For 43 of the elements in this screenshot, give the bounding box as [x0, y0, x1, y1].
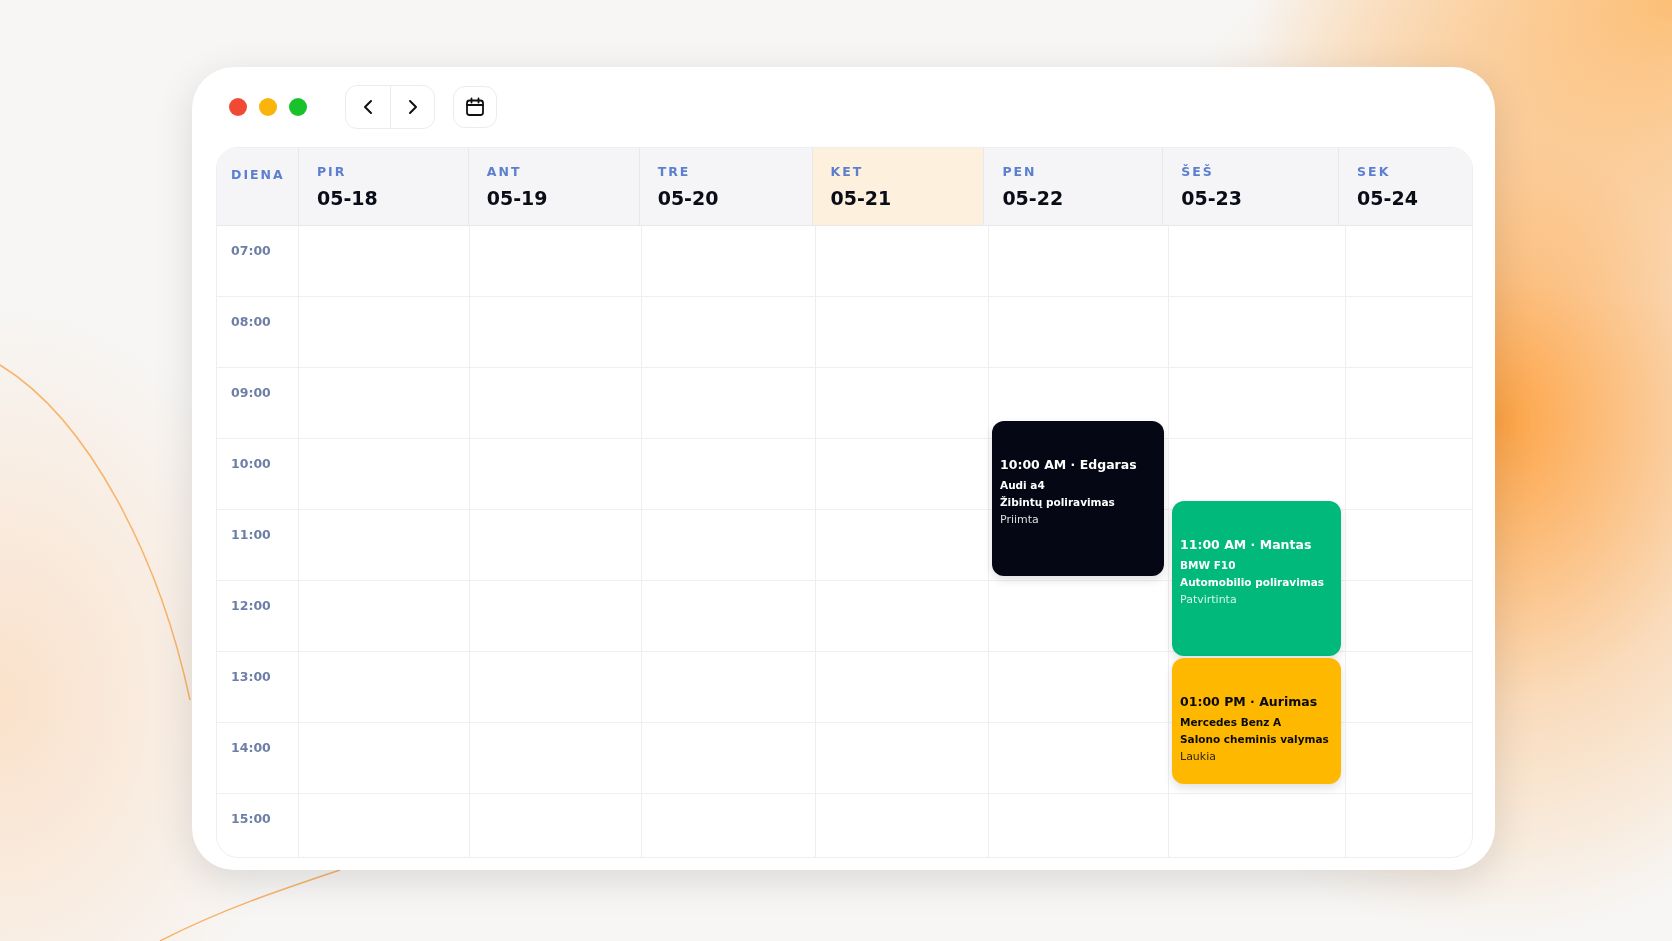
- date-label: 05-21: [830, 187, 893, 209]
- appointment-title: 10:00 AM · Edgaras: [1000, 457, 1138, 472]
- calendar-button[interactable]: [453, 86, 497, 128]
- time-label: 15:00: [231, 811, 271, 826]
- time-label: 12:00: [231, 598, 271, 613]
- weekday-label: PIR: [316, 164, 348, 179]
- chevron-left-icon: [362, 99, 374, 115]
- date-label: 05-23: [1181, 187, 1243, 209]
- car-model: Mercedes Benz A: [1180, 716, 1283, 728]
- appointment-title: 11:00 AM · Mantas: [1180, 537, 1313, 552]
- weekday-label: ANT: [486, 164, 523, 179]
- time-label: 07:00: [231, 243, 271, 258]
- date-label: 05-24: [1357, 187, 1419, 209]
- status-label: Priimta: [1000, 513, 1040, 526]
- calendar-icon: [465, 97, 485, 117]
- appointment-title: 01:00 PM · Aurimas: [1180, 694, 1319, 709]
- weekday-label: PEN: [1002, 164, 1038, 179]
- service-name: Salono cheminis valymas: [1180, 733, 1330, 745]
- time-label: 10:00: [231, 456, 271, 471]
- weekday-label: TRE: [657, 164, 692, 179]
- time-label: 11:00: [231, 527, 271, 542]
- car-model: BMW F10: [1180, 559, 1237, 571]
- date-label: 05-22: [1002, 187, 1065, 209]
- column-header: DIENA: [231, 167, 285, 182]
- car-model: Audi a4: [1000, 479, 1046, 491]
- weekday-label: KET: [830, 164, 865, 179]
- date-label: 05-18: [316, 187, 379, 209]
- window-control[interactable]: [229, 98, 247, 116]
- chevron-right-icon: [406, 99, 419, 115]
- date-label: 05-19: [486, 187, 549, 209]
- appointment-card[interactable]: 10:00 AM · Edgaras Audi a4 Žibintų poliravimas Priimta: [992, 421, 1164, 576]
- status-label: Laukia: [1180, 750, 1217, 763]
- weekday-label: ŠEŠ: [1181, 164, 1215, 179]
- date-label: 05-20: [657, 187, 720, 209]
- appointment-card[interactable]: 01:00 PM · Aurimas Mercedes Benz A Salono cheminis valymas Laukia: [1172, 658, 1341, 784]
- time-label: 08:00: [231, 314, 271, 329]
- time-label: 13:00: [231, 669, 271, 684]
- weekday-label: SEK: [1357, 164, 1392, 179]
- service-name: Žibintų poliravimas: [1000, 496, 1116, 508]
- service-name: Automobilio poliravimas: [1180, 576, 1326, 588]
- time-label: 09:00: [231, 385, 271, 400]
- status-label: Patvirtinta: [1180, 593, 1238, 606]
- time-label: 14:00: [231, 740, 271, 755]
